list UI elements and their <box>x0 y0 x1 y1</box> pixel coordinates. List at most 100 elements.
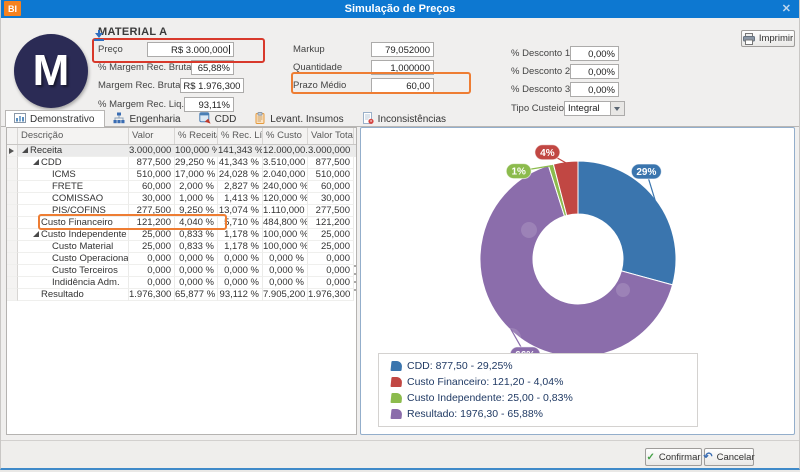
row-indicator-cell <box>7 181 18 193</box>
row-description-label: COMISSAO <box>52 193 104 204</box>
field-row: Margem Rec. Bruta R$ 1.976,300 <box>98 77 245 95</box>
column-header[interactable]: Valor <box>129 128 175 144</box>
expand-icon[interactable] <box>21 146 30 155</box>
callout-bubble: 1% <box>505 163 532 180</box>
table-row[interactable]: Resultado 1.976,300 65,877 % 93,112 % 7.905,… <box>7 289 356 301</box>
table-row[interactable]: Custo Terceiros 0,000 0,000 % 0,000 % 0,000 … <box>7 265 356 277</box>
tab-cdd[interactable]: CDD <box>191 112 247 127</box>
legend-marker <box>390 377 403 387</box>
row-value: 100,000 % <box>263 241 308 253</box>
row-value: 510,000 <box>308 169 354 181</box>
table-row[interactable]: FRETE 60,000 2,000 % 2,827 % 240,000 % 60,000 <box>7 181 356 193</box>
legend-item: Resultado: 1976,30 - 65,88% <box>390 408 543 420</box>
column-header[interactable]: % Receita <box>175 128 218 144</box>
table-row[interactable]: ICMS510,00017,000 %24,028 %2.040,000 ...… <box>7 169 356 181</box>
printer-icon <box>742 32 755 45</box>
field-label: % Desconto 1 <box>511 47 571 59</box>
table-row[interactable]: CDD877,50029,250 %41,343 %3.510,000 ...8… <box>7 157 356 169</box>
table-row[interactable]: Receita 3.000,000 100,000 % 141,343 % 12.000… <box>7 145 356 157</box>
table-row[interactable]: Custo Operacional 0,000 0,000 % 0,000 % 0,00… <box>7 253 356 265</box>
row-indicator-cell <box>7 169 18 181</box>
splitter-handle[interactable] <box>353 265 357 291</box>
field-input[interactable]: R$ 1.976,300 <box>180 78 245 94</box>
row-value: 0,833 % <box>175 241 218 253</box>
row-indicator-header <box>7 128 18 144</box>
column-header[interactable]: % Rec. Líq... <box>218 128 263 144</box>
field-input[interactable]: 0,00% <box>570 63 619 79</box>
row-description-label: Custo Operacional <box>52 253 129 264</box>
row-value: 277,500 <box>308 205 354 217</box>
field-label: Margem Rec. Bruta <box>98 80 181 92</box>
tab-demonstrativo[interactable]: Demonstrativo <box>5 110 106 127</box>
row-value: 25,000 <box>308 241 354 253</box>
expand-icon[interactable] <box>32 158 41 167</box>
row-description: ICMS <box>18 169 129 181</box>
legend-item: Custo Financeiro: 121,20 - 4,04% <box>390 376 563 388</box>
tab-levant-insumos[interactable]: Levant. Insumos <box>246 112 353 127</box>
undo-icon: ↶ <box>703 451 713 463</box>
row-indicator-cell <box>7 205 18 217</box>
field-input[interactable]: 0,00% <box>570 82 619 98</box>
tab-inconsist-ncias[interactable]: Inconsistências <box>354 112 456 127</box>
svg-text:1%: 1% <box>511 167 526 178</box>
expand-icon[interactable] <box>32 230 41 239</box>
avatar: M <box>14 34 88 108</box>
price-simulation-dialog: BI Simulação de Preços ✕ M MATERIAL A Im… <box>0 0 800 470</box>
legend-label: Custo Independente: 25,00 - 0,83% <box>407 392 573 404</box>
field-label: Markup <box>293 43 325 55</box>
field-row: Quantidade 1,000000 <box>293 58 434 76</box>
table-row[interactable]: Indidência Adm. 0,000 0,000 % 0,000 % 0,000 … <box>7 277 356 289</box>
table-row[interactable]: Custo Independente 25,000 0,833 % 1,178 % 10… <box>7 229 356 241</box>
cancel-button[interactable]: ↶ Cancelar <box>703 448 755 466</box>
close-icon[interactable]: ✕ <box>782 2 791 15</box>
field-input[interactable]: R$ 3.000,000 <box>147 41 234 57</box>
row-value: 0,000 % <box>218 253 263 265</box>
row-value: 0,000 % <box>175 265 218 277</box>
row-value: 0,000 % <box>218 277 263 289</box>
warning-doc-icon <box>362 112 374 127</box>
confirm-button[interactable]: ✓ Confirmar <box>645 448 702 466</box>
field-input[interactable]: 79,052000 <box>371 41 434 57</box>
row-value: 25,000 <box>129 241 175 253</box>
print-button-label: Imprimir <box>758 33 794 44</box>
row-value: 17,000 % <box>175 169 218 181</box>
row-indicator-cell <box>7 193 18 205</box>
row-value: 277,500 <box>129 205 175 217</box>
field-label: Preço <box>98 43 123 55</box>
field-input[interactable]: 65,88% <box>191 59 234 75</box>
table-row[interactable]: Custo Financeiro 121,200 4,040 % 5,710 % 484… <box>7 217 356 229</box>
svg-text:4%: 4% <box>540 148 555 159</box>
row-value: 60,000 <box>308 181 354 193</box>
field-label: % Margem Rec. Bruta <box>98 61 192 73</box>
row-value: 13,074 % <box>218 205 263 217</box>
row-description: COMISSAO <box>18 193 129 205</box>
table-row[interactable]: PIS/COFINS 277,500 9,250 % 13,074 % 1.110,00… <box>7 205 356 217</box>
tab-engenharia[interactable]: Engenharia <box>105 112 190 127</box>
print-button[interactable]: Imprimir <box>741 30 795 47</box>
field-input[interactable]: 60,00 <box>371 78 434 94</box>
app-logo-icon: BI <box>4 1 21 16</box>
row-value: 4,040 % <box>175 217 218 229</box>
column-header[interactable]: Descrição <box>18 128 129 144</box>
column-header[interactable]: % Custo <box>263 128 308 144</box>
row-description-label: PIS/COFINS <box>52 205 106 216</box>
tab-label: Engenharia <box>129 114 181 125</box>
row-indicator-cell <box>7 253 18 265</box>
table-header-row: DescriçãoValor% Receita% Rec. Líq...% Cu… <box>7 128 356 145</box>
cancel-button-label: Cancelar <box>716 451 755 463</box>
row-description: Indidência Adm. <box>18 277 129 289</box>
row-description: Custo Financeiro <box>18 217 129 229</box>
column-header[interactable]: Valor Total <box>308 128 354 144</box>
row-description: Receita <box>18 145 129 157</box>
row-pointer-icon <box>9 147 17 154</box>
field-input[interactable]: 1,000000 <box>371 59 434 75</box>
row-description-label: Custo Independente <box>41 229 127 240</box>
donut-slice-cdd[interactable] <box>577 160 677 286</box>
table-row[interactable]: COMISSAO 30,000 1,000 % 1,413 % 120,000 % 30,… <box>7 193 356 205</box>
table-row[interactable]: Custo Material 25,000 0,833 % 1,178 % 100,00… <box>7 241 356 253</box>
row-value: 3.000,000 <box>129 145 175 157</box>
field-input[interactable]: 0,00% <box>570 45 619 61</box>
row-value: 0,000 % <box>218 265 263 277</box>
legend-marker <box>390 393 403 403</box>
